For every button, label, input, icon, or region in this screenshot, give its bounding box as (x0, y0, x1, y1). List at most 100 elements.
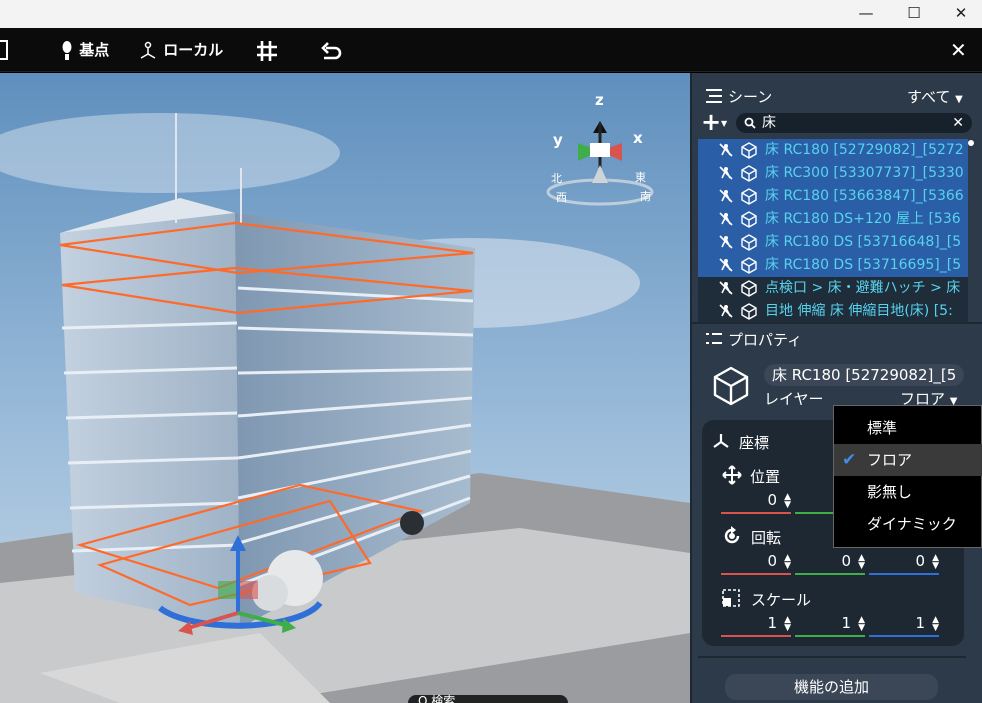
stepper-icon[interactable]: ▲ ▼ (932, 616, 939, 633)
move-icon (722, 465, 742, 485)
scene-row[interactable]: 床 RC180 DS [53716648]_[5 (698, 231, 968, 254)
scene-title: シーン (728, 88, 773, 106)
scale-z-value: 1 (915, 614, 925, 632)
scene-row[interactable]: 床 RC180 [53663847]_[5366 (698, 185, 968, 208)
axes-icon (713, 434, 729, 448)
position-x-value: 0 (767, 491, 777, 509)
scene-search-box[interactable]: 床 ✕ (736, 113, 972, 133)
rotation-x-value: 0 (767, 552, 777, 570)
position-label: 位置 (750, 468, 781, 486)
scene-row[interactable]: 目地 伸縮 床 伸縮目地(床) [5: (698, 300, 968, 323)
scale-label: スケール (751, 591, 812, 609)
mesh-cube-icon (741, 280, 757, 297)
visibility-toggle-icon[interactable] (718, 303, 734, 319)
visibility-toggle-icon[interactable] (718, 165, 734, 181)
gizmo-z-label: z (595, 91, 604, 109)
position-x-field[interactable]: 0 ▲ ▼ (721, 491, 791, 511)
scene-filter-dropdown[interactable]: すべて ▼ (907, 86, 963, 107)
gizmo-west-label: 西 (556, 191, 567, 204)
mesh-cube-icon (741, 188, 757, 205)
layer-option[interactable]: ダイナミック (834, 508, 982, 540)
scrollbar-thumb[interactable] (968, 140, 974, 146)
grid-button[interactable] (255, 28, 279, 72)
rotation-x-field[interactable]: 0 ▲ ▼ (721, 552, 791, 572)
rotation-y-field[interactable]: 0 ▲ ▼ (795, 552, 865, 572)
layer-option[interactable]: 影無し (834, 476, 982, 508)
scene-row-label: 目地 伸縮 床 伸縮目地(床) [5: (765, 303, 953, 319)
scene-row-label: 床 RC180 DS [53716648]_[5 (765, 234, 962, 250)
maximize-button[interactable]: ☐ (891, 0, 937, 28)
properties-list-icon (706, 333, 722, 344)
mesh-cube-icon (741, 142, 757, 159)
window-close-button[interactable]: ✕ (938, 0, 982, 28)
base-point-button[interactable]: 基点 (60, 28, 109, 72)
stepper-icon[interactable]: ▲ ▼ (784, 493, 791, 510)
rotation-z-value: 0 (915, 552, 925, 570)
local-label: ローカル (163, 41, 224, 59)
search-input[interactable]: 床 (762, 113, 776, 133)
x-underline (721, 573, 791, 575)
add-icon[interactable]: + (701, 110, 721, 134)
visibility-toggle-icon[interactable] (718, 188, 734, 204)
visibility-toggle-icon[interactable] (718, 211, 734, 227)
y-underline (795, 635, 865, 637)
viewport-search-partial[interactable]: Q 検索 (408, 695, 568, 703)
scene-row[interactable]: 点検口 > 床・避難ハッチ > 床 (698, 277, 968, 300)
layer-option-label: 標準 (867, 419, 898, 437)
stepper-icon[interactable]: ▲ ▼ (858, 616, 865, 633)
y-underline (795, 512, 833, 514)
check-icon: ✔ (842, 450, 857, 470)
scale-x-field[interactable]: 1 ▲ ▼ (721, 614, 791, 634)
scale-y-field[interactable]: 1 ▲ ▼ (795, 614, 865, 634)
visibility-toggle-icon[interactable] (718, 142, 734, 158)
scale-z-field[interactable]: 1 ▲ ▼ (869, 614, 939, 634)
divider (698, 656, 966, 658)
undo-icon (321, 41, 342, 59)
rotation-z-field[interactable]: 0 ▲ ▼ (869, 552, 939, 572)
mesh-cube-icon (741, 257, 757, 274)
base-point-label: 基点 (79, 41, 110, 59)
selection-frame-icon[interactable] (0, 40, 8, 60)
scene-filter-label: すべて (907, 88, 951, 106)
clear-search-icon[interactable]: ✕ (952, 113, 964, 133)
mesh-cube-icon (741, 211, 757, 228)
search-icon (744, 117, 756, 129)
undo-button[interactable] (320, 28, 344, 72)
stepper-icon[interactable]: ▲ ▼ (784, 616, 791, 633)
close-panel-button[interactable]: ✕ (950, 28, 967, 72)
layer-option[interactable]: 標準 (834, 412, 982, 444)
layer-dropdown-menu: 標準 ✔ フロア影無し ダイナミック (833, 405, 982, 548)
gizmo-y-label: y (553, 131, 563, 149)
coordinates-title: 座標 (739, 434, 770, 452)
scene-row[interactable]: 床 RC180 [52729082]_[5272 (698, 139, 968, 162)
layer-option[interactable]: ✔ フロア (834, 444, 982, 476)
gizmo-north-label: 北 (551, 172, 562, 185)
axes-icon (140, 41, 156, 59)
x-underline (721, 512, 791, 514)
scene-row[interactable]: 床 RC180 DS+120 屋上 [536 (698, 208, 968, 231)
main-toolbar: 基点 ローカル ✕ (0, 28, 982, 72)
layer-option-label: フロア (867, 451, 913, 469)
add-function-button[interactable]: 機能の追加 (725, 674, 938, 700)
scene-row[interactable]: 床 RC300 [53307737]_[5330 (698, 162, 968, 185)
add-menu-chevron-icon[interactable]: ▼ (721, 119, 727, 128)
object-name-field[interactable]: 床 RC180 [52729082]_[5 (764, 364, 964, 386)
properties-title: プロパティ (728, 331, 803, 349)
scale-x-value: 1 (767, 614, 777, 632)
gizmo-south-label: 南 (640, 190, 651, 203)
gizmo-x-label: x (633, 129, 643, 147)
stepper-icon[interactable]: ▲ ▼ (858, 554, 865, 571)
stepper-icon[interactable]: ▲ ▼ (784, 554, 791, 571)
scene-row[interactable]: 床 RC180 DS [53716695]_[5 (698, 254, 968, 277)
3d-viewport[interactable]: z x y 北 東 西 南 Q 検索 (0, 73, 690, 703)
local-coords-button[interactable]: ローカル (138, 28, 223, 72)
mesh-cube-icon (741, 234, 757, 251)
visibility-toggle-icon[interactable] (718, 234, 734, 250)
visibility-toggle-icon[interactable] (718, 257, 734, 273)
visibility-toggle-icon[interactable] (718, 280, 734, 296)
chevron-down-icon: ▼ (955, 94, 963, 105)
rotate-icon (724, 526, 740, 544)
minimize-button[interactable]: — (843, 0, 889, 28)
stepper-icon[interactable]: ▲ ▼ (932, 554, 939, 571)
scene-row-label: 点検口 > 床・避難ハッチ > 床 (765, 280, 961, 296)
